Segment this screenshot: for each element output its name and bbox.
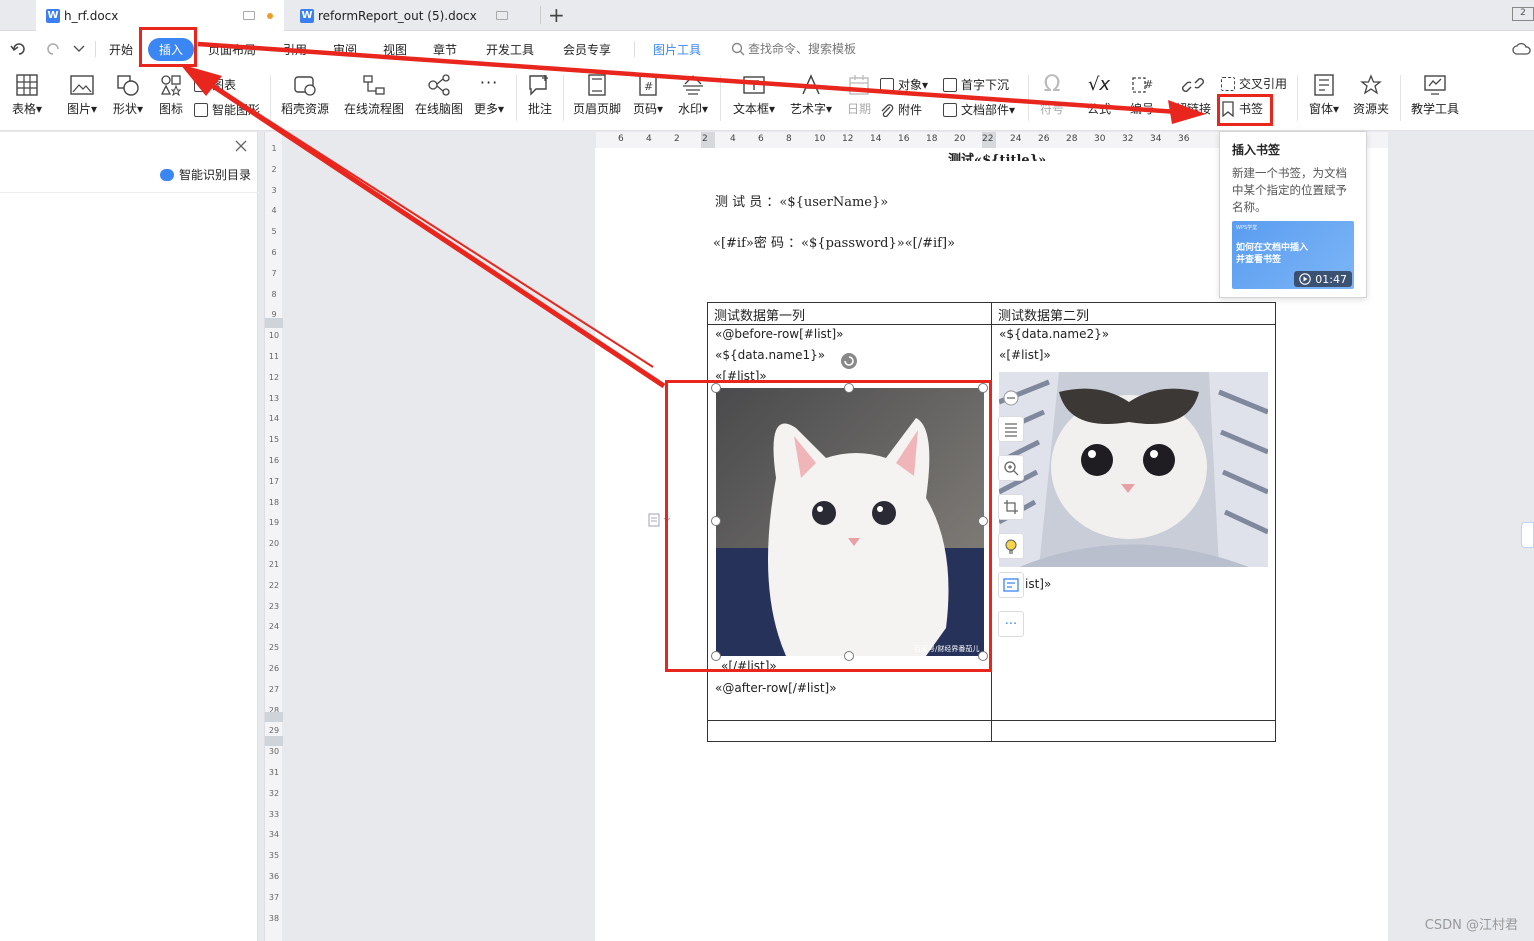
arrow-to-bookmark (197, 41, 1179, 115)
arrowhead-icon (180, 64, 222, 96)
arrowhead-icon (1168, 100, 1206, 124)
csdn-watermark: CSDN @江村君 (1424, 918, 1518, 933)
arrow-to-insert (202, 77, 666, 389)
annotation-arrows (180, 41, 1206, 389)
